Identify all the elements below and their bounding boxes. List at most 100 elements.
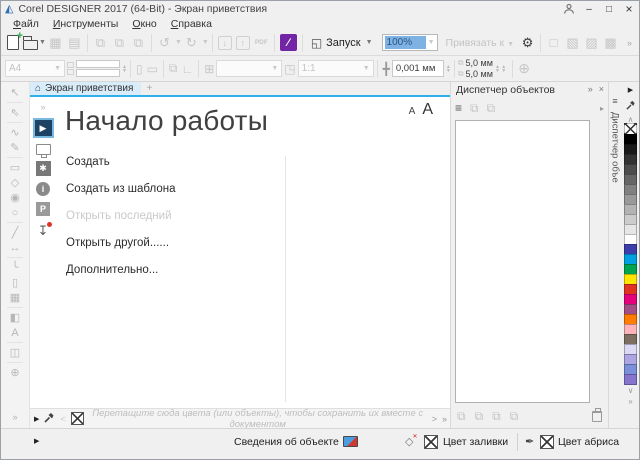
welcome-tab-membership[interactable]: P — [36, 202, 50, 216]
new-master-layer-odd-icon[interactable]: ⧉ — [492, 409, 501, 424]
eraser-tool[interactable]: ▯ — [4, 275, 26, 290]
units-icon[interactable]: ∟ — [181, 62, 193, 76]
layer-list-icon[interactable]: ≡ — [455, 101, 462, 115]
page-size-combo[interactable]: A4 ▼ — [5, 60, 65, 77]
print-icon[interactable]: ▤ — [65, 33, 84, 53]
new-document-icon[interactable] — [7, 35, 19, 50]
palette-scroll-down[interactable]: ∨ — [628, 387, 634, 395]
line-tool[interactable]: ╱ — [4, 225, 26, 240]
shape-tool[interactable]: ⇖ — [4, 105, 26, 120]
paste-icon[interactable]: ⧉ — [129, 33, 148, 53]
table-tool[interactable]: ▦ — [4, 290, 26, 305]
docker-collapse-button[interactable]: » — [588, 84, 593, 94]
text-tool[interactable]: A — [4, 325, 26, 340]
connector-tool[interactable]: ╰ — [4, 260, 26, 275]
all-pages-icon[interactable]: ⧉ — [169, 61, 178, 76]
edit-across-layers-icon[interactable]: ⧉ — [470, 101, 479, 116]
welcome-link-4[interactable]: Дополнительно... — [66, 264, 175, 291]
object-manager-tab-icon[interactable]: ≡ — [612, 96, 617, 106]
landscape-icon[interactable]: ▭ — [147, 62, 158, 76]
scale-combo[interactable]: 1:1 ▼ — [298, 60, 374, 77]
export-icon[interactable]: ↑ — [236, 36, 250, 50]
close-button[interactable]: × — [619, 2, 639, 17]
new-master-layer-even-icon[interactable]: ⧉ — [510, 409, 519, 424]
nudge-spinner[interactable]: ▲▼ — [446, 65, 451, 73]
tab-welcome-screen[interactable]: ⌂ Экран приветствия — [30, 82, 141, 95]
new-master-layer-all-icon[interactable]: ⧉ — [475, 409, 484, 424]
outline-color-swatch[interactable] — [540, 435, 554, 449]
object-manager-tab-label[interactable]: Диспетчер объе — [610, 112, 621, 183]
nudge-field[interactable]: 0,001 мм — [392, 60, 444, 77]
toolbox-expand-chevron[interactable]: » — [12, 412, 17, 422]
minimize-button[interactable]: – — [579, 2, 599, 17]
app-launcher-icon[interactable]: ∕ — [280, 34, 297, 51]
sign-in-icon[interactable] — [559, 2, 579, 17]
object-list[interactable] — [455, 120, 590, 403]
new-tab-button[interactable]: + — [141, 82, 157, 95]
publish-pdf-icon[interactable]: PDF — [252, 33, 271, 53]
palette-flyout-icon[interactable]: ▶ — [34, 415, 39, 423]
page-height-field[interactable] — [76, 69, 120, 77]
docker-toolbar-flyout[interactable]: ▸ — [600, 104, 604, 113]
no-color-swatch[interactable] — [71, 412, 84, 425]
save-icon[interactable]: ▦ — [46, 33, 65, 53]
palette-prev-button[interactable]: < — [60, 414, 65, 424]
pen-tool[interactable]: ✎ — [4, 140, 26, 155]
font-larger-button[interactable]: A — [422, 101, 433, 119]
shapes-tool[interactable]: ◧ — [4, 310, 26, 325]
palette-expand-button[interactable]: » — [628, 397, 632, 406]
curve-tool[interactable]: ∿ — [4, 125, 26, 140]
page-width-field[interactable] — [76, 60, 120, 68]
duplicate-spinner[interactable]: ▲ ▲▼ ▼ — [495, 65, 506, 73]
redo-icon[interactable]: ↻ — [182, 33, 201, 53]
zoom-tool[interactable]: ⊕ — [4, 365, 26, 380]
import-icon[interactable]: ↓ — [218, 36, 232, 50]
frame-icon[interactable]: □ — [544, 33, 563, 53]
view-draft-icon[interactable]: ▨ — [582, 33, 601, 53]
treat-as-filled-icon[interactable]: ⊕ — [518, 60, 530, 77]
menu-item-3[interactable]: Справка — [164, 18, 219, 30]
fill-color-swatch[interactable] — [424, 435, 438, 449]
palette-expand-button[interactable]: » — [442, 414, 447, 424]
undo-icon[interactable]: ↺ — [155, 33, 174, 53]
ellipse-tool[interactable]: ○ — [4, 205, 26, 220]
circle-tool[interactable]: ◉ — [4, 190, 26, 205]
color-proof-icon[interactable] — [343, 436, 358, 447]
duplicate-y-value[interactable]: 5,0 мм — [466, 69, 493, 79]
chevron-down-icon[interactable]: ▼ — [39, 39, 46, 46]
welcome-tab-get-started[interactable]: ▶ — [33, 118, 54, 138]
font-smaller-button[interactable]: A — [409, 106, 416, 117]
menu-item-1[interactable]: Инструменты — [46, 18, 125, 30]
polygon-tool[interactable]: ◇ — [4, 175, 26, 190]
chevron-down-icon[interactable]: ▼ — [175, 39, 182, 46]
palette-next-button[interactable]: > — [432, 414, 437, 424]
rectangle-tool[interactable]: ▭ — [4, 160, 26, 175]
welcome-tab-whats-new[interactable]: ✱ — [36, 161, 51, 176]
welcome-link-3[interactable]: Открыть другой...... — [66, 237, 175, 264]
layer-manager-view-icon[interactable]: ⧉ — [487, 101, 496, 116]
maximize-button[interactable]: □ — [599, 2, 619, 17]
portrait-icon[interactable]: ▯ — [136, 62, 143, 76]
dimension-tool[interactable]: ↔ — [4, 240, 26, 255]
view-enhanced-icon[interactable]: ▩ — [601, 33, 620, 53]
eyedropper-icon[interactable] — [626, 97, 636, 115]
new-layer-icon[interactable]: ⧉ — [457, 409, 466, 424]
options-gear-icon[interactable]: ⚙ — [518, 33, 537, 53]
units-combo[interactable]: ▼ — [216, 60, 282, 77]
statusbar-flyout-icon[interactable]: ▶ — [34, 437, 39, 445]
zoom-level-combo[interactable]: 100%▼ — [382, 34, 438, 51]
delete-layer-icon[interactable] — [592, 411, 602, 422]
toolbar-overflow-chevron[interactable]: » — [627, 38, 632, 48]
menu-item-2[interactable]: Окно — [125, 18, 163, 30]
menu-item-0[interactable]: Файл — [6, 18, 46, 30]
copy-properties-icon[interactable]: ⧉ — [110, 33, 129, 53]
swatch-violet[interactable] — [624, 374, 637, 385]
monitor-icon[interactable] — [36, 144, 51, 155]
eyedropper-icon[interactable] — [44, 410, 55, 428]
welcome-link-0[interactable]: Создать — [66, 156, 175, 183]
open-icon[interactable] — [23, 40, 38, 50]
welcome-link-1[interactable]: Создать из шаблона — [66, 183, 175, 210]
info-icon[interactable]: i — [36, 182, 50, 196]
chevron-down-icon[interactable]: ▼ — [202, 39, 209, 46]
launch-button[interactable]: ◱Запуск▼ — [306, 33, 378, 53]
